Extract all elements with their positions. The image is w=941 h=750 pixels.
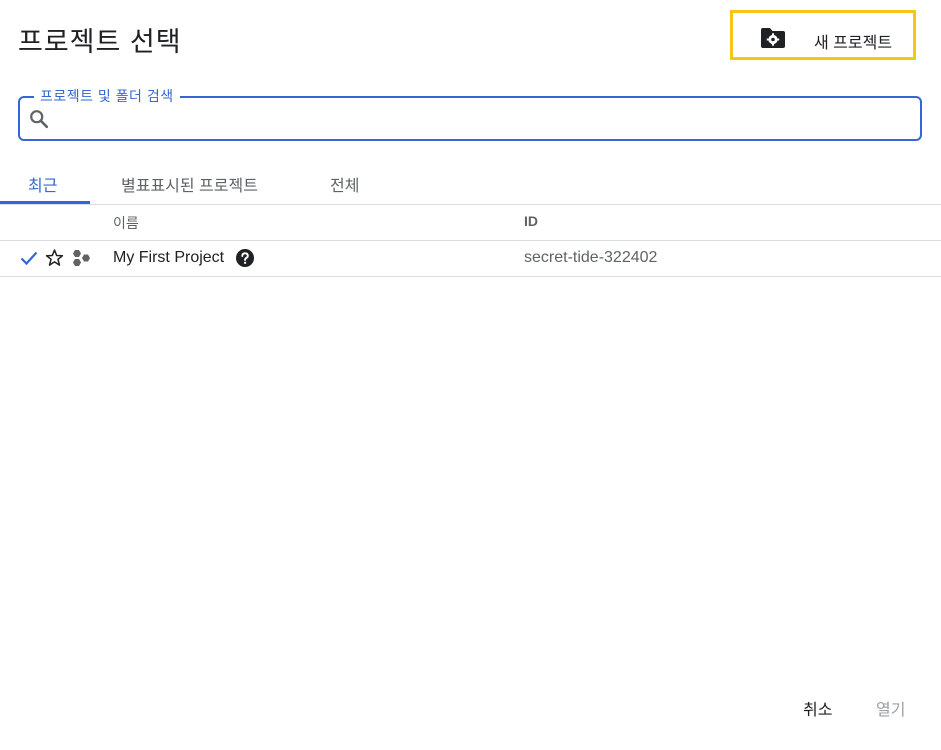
table-header: 이름 ID (0, 204, 941, 241)
new-project-label: 새 프로젝트 (814, 35, 893, 52)
project-hexagon-icon (73, 250, 90, 266)
table-row[interactable]: My First Project secret-tide-322402 (0, 241, 941, 277)
tab-all[interactable]: 전체 (330, 172, 359, 196)
search-icon (30, 110, 49, 129)
cancel-button[interactable]: 취소 (803, 696, 832, 720)
column-header-id: ID (524, 213, 538, 229)
tab-starred[interactable]: 별표표시된 프로젝트 (121, 172, 258, 196)
column-header-name: 이름 (113, 215, 139, 231)
project-name[interactable]: My First Project (113, 249, 224, 267)
open-button[interactable]: 열기 (876, 696, 905, 720)
search-field-label: 프로젝트 및 폴더 검색 (34, 86, 180, 106)
tab-recent[interactable]: 최근 (28, 172, 57, 196)
check-icon (20, 251, 38, 266)
folder-settings-icon (761, 28, 785, 48)
project-picker-dialog: 프로젝트 선택 새 프로젝트 프로젝트 및 폴더 검색 최근 별표표시된 프로젝… (0, 0, 941, 750)
dialog-title: 프로젝트 선택 (18, 27, 182, 57)
new-project-button[interactable]: 새 프로젝트 (730, 10, 916, 60)
tab-bar: 최근 별표표시된 프로젝트 전체 (0, 160, 941, 205)
search-input[interactable] (56, 104, 910, 136)
help-icon[interactable] (236, 249, 254, 267)
star-outline-icon[interactable] (44, 248, 65, 268)
project-id: secret-tide-322402 (524, 249, 658, 266)
